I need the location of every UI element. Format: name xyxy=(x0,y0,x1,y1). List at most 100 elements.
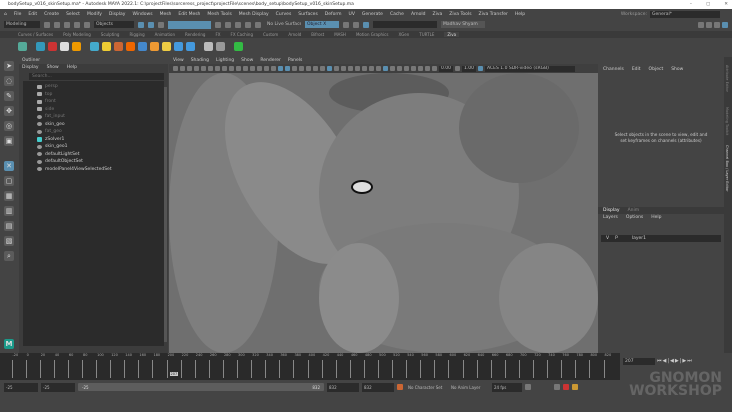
ziva-chain-icon[interactable] xyxy=(150,41,159,51)
rotate-tool-icon[interactable]: ◎ xyxy=(4,121,14,131)
maximize-button[interactable]: ▢ xyxy=(706,0,710,9)
user-account-dropdown[interactable]: Madhav Shyam xyxy=(441,21,485,28)
menu-generate[interactable]: Generate xyxy=(362,12,383,17)
viewport-tool-icon[interactable] xyxy=(306,66,311,71)
channel-box-menu-edit[interactable]: Edit xyxy=(632,67,641,72)
menu-curves[interactable]: Curves xyxy=(276,12,292,17)
shelf-tab-turtle[interactable]: TURTLE xyxy=(419,32,434,37)
object-input[interactable]: Object X xyxy=(305,21,339,28)
outliner-item[interactable]: fat_input xyxy=(23,113,164,121)
snap-grid-icon[interactable] xyxy=(169,21,175,28)
viewport-tool-icon[interactable] xyxy=(180,66,185,71)
fps-dropdown[interactable]: 24 fps xyxy=(492,382,522,392)
channel-box-toggle-icon[interactable] xyxy=(714,21,720,28)
end-time-field[interactable]: 832 xyxy=(327,382,359,392)
gamma-field[interactable]: 1.00 xyxy=(462,65,476,72)
viewport-tool-icon[interactable] xyxy=(243,66,248,71)
attribute-editor-toggle-icon[interactable] xyxy=(706,21,712,28)
layer-playback[interactable]: P xyxy=(615,235,618,242)
snap-point-icon[interactable] xyxy=(183,21,189,28)
menu-file[interactable]: File xyxy=(14,12,22,17)
outliner-menu-show[interactable]: Show xyxy=(47,65,59,71)
outliner-menu-display[interactable]: Display xyxy=(22,65,39,71)
channel-box-menu-object[interactable]: Object xyxy=(649,67,664,72)
color-space-dropdown[interactable]: ACES 1.0 SDR-video (sRGB) xyxy=(485,65,575,72)
viewport-tool-icon[interactable] xyxy=(355,66,360,71)
menu-mesh-tools[interactable]: Mesh Tools xyxy=(207,12,231,17)
shelf-tab-sculpting[interactable]: Sculpting xyxy=(101,32,120,37)
ipr-icon[interactable] xyxy=(245,21,251,28)
shelf-tab-fx[interactable]: FX xyxy=(215,32,220,37)
auto-key-icon[interactable] xyxy=(397,384,403,390)
outliner-item[interactable]: modelPanel4ViewSelectedSet xyxy=(23,166,164,174)
menu-windows[interactable]: Windows xyxy=(132,12,152,17)
lock-icon[interactable] xyxy=(215,21,221,28)
menu-modify[interactable]: Modify xyxy=(87,12,102,17)
select-tool-icon[interactable]: ➤ xyxy=(4,61,14,71)
select-object-icon[interactable] xyxy=(148,21,154,28)
ziva-tools-icon[interactable] xyxy=(204,41,213,51)
undo-icon[interactable] xyxy=(74,21,80,28)
anim-preferences-icon[interactable] xyxy=(572,384,578,390)
shelf-tab-motion-graphics[interactable]: Motion Graphics xyxy=(356,32,389,37)
menu-mesh[interactable]: Mesh xyxy=(160,12,172,17)
zoom-icon[interactable]: ⌕ xyxy=(4,251,14,261)
tab-attribute-editor[interactable]: Attribute Editor xyxy=(725,65,729,92)
viewport-tool-icon[interactable] xyxy=(236,66,241,71)
anim-start-field[interactable]: -25 xyxy=(41,382,75,392)
outliner-item[interactable]: fat_geo xyxy=(23,128,164,136)
minimize-button[interactable]: – xyxy=(690,0,692,9)
viewport-tool-icon[interactable] xyxy=(383,66,388,71)
ziva-muscle-icon[interactable] xyxy=(48,41,57,51)
exposure-field[interactable]: 0.00 xyxy=(439,65,453,72)
anim-end-field[interactable]: 832 xyxy=(362,382,394,392)
lasso-tool-icon[interactable]: ◌ xyxy=(4,76,14,86)
viewport-scene[interactable] xyxy=(169,73,598,353)
outliner-layout-icon[interactable]: ▥ xyxy=(4,206,14,216)
current-frame-marker[interactable]: 207 xyxy=(169,372,179,376)
layer-tab-anim[interactable]: Anim xyxy=(628,207,640,214)
menu-edit-mesh[interactable]: Edit Mesh xyxy=(178,12,200,17)
shelf-tab-curves-surfaces[interactable]: Curves / Surfaces xyxy=(18,32,53,37)
menu-surfaces[interactable]: Surfaces xyxy=(298,12,318,17)
menu-help[interactable]: Help xyxy=(515,12,525,17)
snap-curve-icon[interactable] xyxy=(176,21,182,28)
render-settings-icon[interactable] xyxy=(255,21,261,28)
viewport-tool-icon[interactable] xyxy=(432,66,437,71)
character-set-dropdown[interactable]: No Character Set xyxy=(406,383,446,392)
render-icon[interactable] xyxy=(235,21,241,28)
playback-buttons[interactable]: ⏮◀|◀▶|▶⏭ xyxy=(657,358,693,364)
channel-box-menu-channels[interactable]: Channels xyxy=(603,67,624,72)
persp-outliner-icon[interactable]: ▤ xyxy=(4,221,14,231)
command-field[interactable] xyxy=(373,21,437,28)
shelf-tab-arnold[interactable]: Arnold xyxy=(288,32,301,37)
viewport-tool-icon[interactable] xyxy=(229,66,234,71)
menu-display[interactable]: Display xyxy=(109,12,126,17)
viewport-tool-icon[interactable] xyxy=(173,66,178,71)
ziva-cube-icon[interactable] xyxy=(102,41,111,51)
viewport-tool-icon[interactable] xyxy=(327,66,332,71)
viewport-tool-icon[interactable] xyxy=(425,66,430,71)
close-button[interactable]: ✕ xyxy=(724,0,728,9)
menu-mesh-display[interactable]: Mesh Display xyxy=(239,12,269,17)
viewport-tool-icon[interactable] xyxy=(320,66,325,71)
viewport-tool-icon[interactable] xyxy=(292,66,297,71)
viewport-tool-icon[interactable] xyxy=(418,66,423,71)
channel-box-menu-show[interactable]: Show xyxy=(671,67,683,72)
viewport-tool-icon[interactable] xyxy=(201,66,206,71)
ziva-pin-icon[interactable] xyxy=(174,41,183,51)
menu-uv[interactable]: UV xyxy=(349,12,355,17)
menu-select[interactable]: Select xyxy=(66,12,80,17)
viewport-tool-icon[interactable] xyxy=(376,66,381,71)
menu-ziva[interactable]: Ziva xyxy=(433,12,443,17)
ziva-cloth-icon[interactable] xyxy=(72,41,81,51)
outliner-item[interactable]: side xyxy=(23,106,164,114)
outliner-scrollbar[interactable] xyxy=(164,87,167,342)
outliner-item[interactable]: front xyxy=(23,98,164,106)
ziva-bone-icon[interactable] xyxy=(36,41,45,51)
mode-dropdown[interactable]: Modeling xyxy=(4,21,40,28)
outliner-item[interactable]: top xyxy=(23,91,164,99)
shelf-tab-poly-modeling[interactable]: Poly Modeling xyxy=(63,32,91,37)
layer-name[interactable]: layer1 xyxy=(632,235,646,242)
transform-manipulator[interactable] xyxy=(351,180,373,194)
